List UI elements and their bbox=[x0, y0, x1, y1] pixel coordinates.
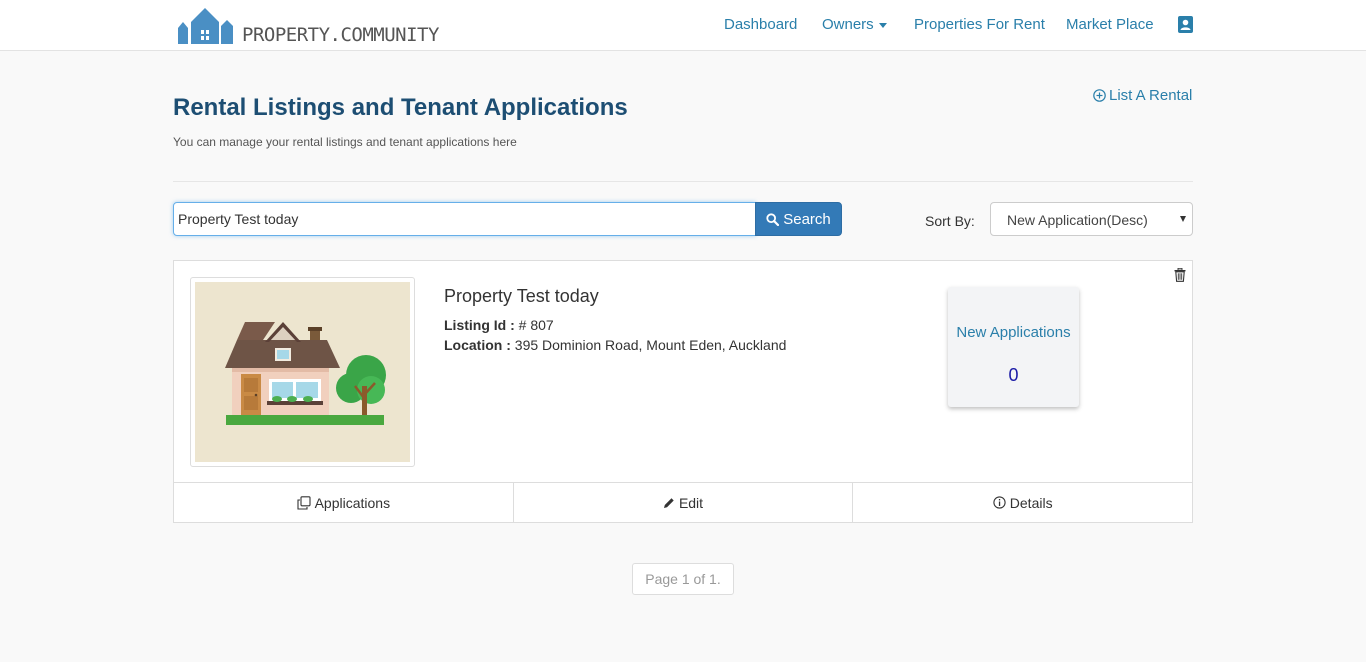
list-a-rental-label: List A Rental bbox=[1109, 87, 1193, 104]
list-a-rental-link[interactable]: List A Rental bbox=[1093, 87, 1192, 104]
new-applications-count: 0 bbox=[1008, 365, 1019, 385]
new-applications-label: New Applications bbox=[956, 324, 1071, 341]
nav-properties-for-rent[interactable]: Properties For Rent bbox=[914, 16, 1045, 33]
nav-market-place[interactable]: Market Place bbox=[1066, 16, 1154, 33]
caret-down-icon bbox=[878, 22, 887, 28]
new-applications-box[interactable]: New Applications 0 bbox=[948, 287, 1079, 407]
details-button[interactable]: Details bbox=[853, 483, 1192, 522]
dropdown-arrow-icon bbox=[1180, 216, 1186, 222]
page-title: Rental Listings and Tenant Applications bbox=[173, 94, 628, 121]
listing-id-label: Listing Id : bbox=[444, 317, 515, 333]
listing-card: Property Test today Listing Id : # 807 L… bbox=[173, 260, 1193, 523]
search-button-label: Search bbox=[783, 210, 831, 228]
header-divider bbox=[173, 181, 1193, 182]
card-actions: Applications Edit Details bbox=[174, 482, 1192, 522]
search-icon bbox=[766, 212, 780, 226]
house-logo-icon bbox=[178, 8, 233, 44]
property-thumbnail[interactable] bbox=[190, 277, 415, 467]
location-row: Location : 395 Dominion Road, Mount Eden… bbox=[444, 337, 786, 353]
property-name: Property Test today bbox=[444, 286, 599, 306]
nav-owners-dropdown[interactable]: Owners bbox=[822, 16, 887, 33]
applications-button[interactable]: Applications bbox=[174, 483, 514, 522]
nav-dashboard[interactable]: Dashboard bbox=[724, 16, 797, 33]
pagination-status: Page 1 of 1. bbox=[632, 563, 734, 595]
page-subtitle: You can manage your rental listings and … bbox=[173, 135, 517, 149]
house-image-icon bbox=[225, 322, 386, 425]
applications-label: Applications bbox=[314, 494, 391, 511]
listing-id-value: # 807 bbox=[518, 317, 554, 333]
trash-icon[interactable] bbox=[1174, 268, 1186, 282]
sort-select[interactable]: New Application(Desc) bbox=[990, 202, 1193, 236]
info-circle-icon bbox=[993, 496, 1006, 509]
listing-id-row: Listing Id : # 807 bbox=[444, 317, 554, 333]
brand-logo[interactable]: PROPERTY.COMMUNITY bbox=[177, 4, 439, 46]
location-label: Location : bbox=[444, 337, 511, 353]
copy-icon bbox=[297, 495, 311, 510]
details-label: Details bbox=[1009, 494, 1053, 511]
brand-name: PROPERTY.COMMUNITY bbox=[242, 24, 439, 46]
search-button[interactable]: Search bbox=[755, 202, 842, 236]
sort-by-label: Sort By: bbox=[925, 213, 975, 229]
pencil-icon bbox=[663, 497, 674, 508]
top-navbar: PROPERTY.COMMUNITY Dashboard Owners Prop… bbox=[0, 0, 1366, 51]
house-illustration bbox=[195, 282, 410, 462]
plus-circle-icon bbox=[1093, 89, 1106, 102]
search-input[interactable] bbox=[173, 202, 756, 236]
edit-button[interactable]: Edit bbox=[514, 483, 854, 522]
sort-selected-value: New Application(Desc) bbox=[1007, 212, 1148, 228]
edit-label: Edit bbox=[678, 494, 704, 511]
user-profile-icon[interactable] bbox=[1178, 16, 1193, 33]
nav-owners-label: Owners bbox=[822, 16, 874, 33]
location-value: 395 Dominion Road, Mount Eden, Auckland bbox=[514, 337, 787, 353]
